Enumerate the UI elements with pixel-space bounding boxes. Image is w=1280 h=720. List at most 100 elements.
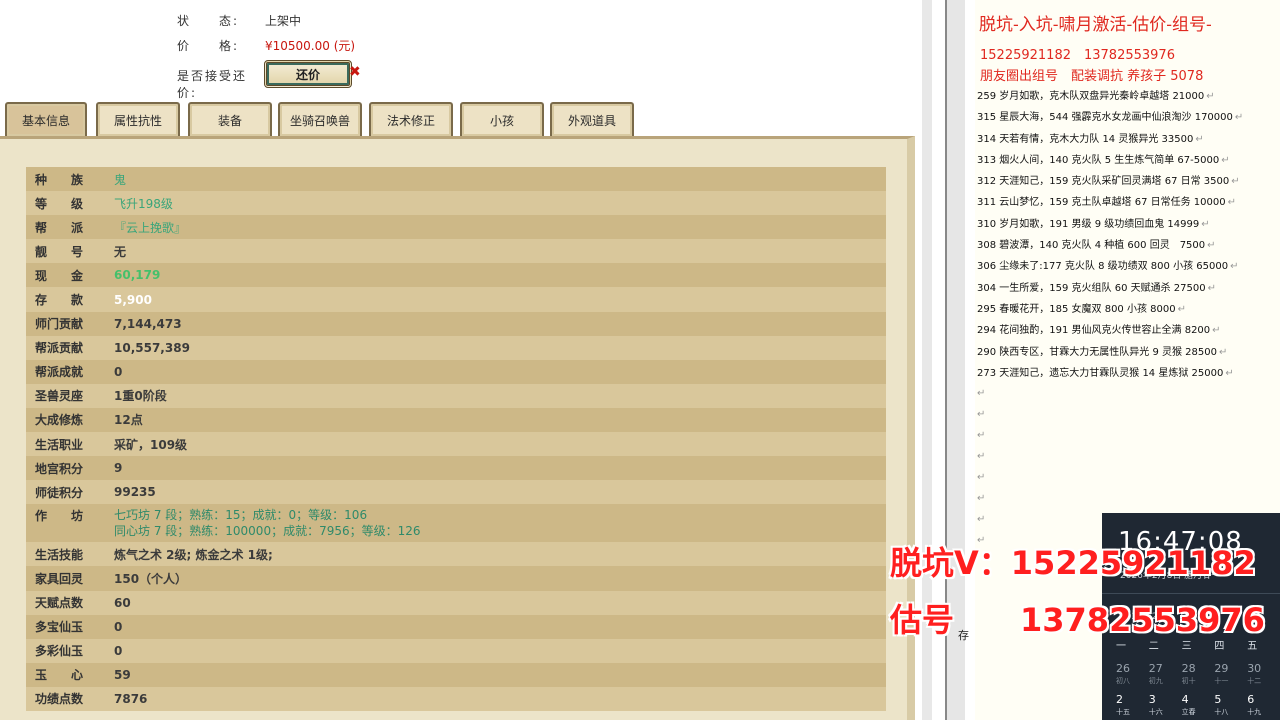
- return-icon: ↵: [977, 514, 986, 525]
- lunar-day: 十二: [1247, 677, 1262, 685]
- row-key: 多宝仙玉: [35, 620, 84, 635]
- row-value: 『云上挽歌』: [114, 220, 187, 235]
- row-value: 1重0阶段: [114, 389, 167, 404]
- overlay-label: 估号: [890, 601, 955, 639]
- lunar-day: 十九: [1247, 708, 1262, 716]
- calendar-day[interactable]: 4 立春: [1182, 694, 1215, 718]
- info-table: 种族鬼 等级 飞升198级 帮派 『云上挽歌』 靓号无 现金 60,179 存款 5,9…: [26, 167, 886, 711]
- overlay-label: 脱坑V：: [890, 544, 1011, 582]
- day-number: 3: [1148, 693, 1156, 706]
- row-value: 鬼: [114, 172, 127, 187]
- return-icon: ↵: [1231, 176, 1240, 188]
- list-item: 311 云山梦忆，159 克土队卓越塔 67 日常任务 10000 ↵: [977, 193, 1243, 214]
- table-row: 生活职业 采矿，109级: [26, 432, 886, 457]
- list-item: 295 春暖花开，185 女魔双 800 小孩 8000 ↵: [977, 300, 1243, 321]
- return-icon: ↵: [977, 472, 986, 483]
- list-item: 315 星辰大海，544 强霹克水女龙画中仙浪淘沙 170000 ↵: [977, 108, 1243, 129]
- return-icon: ↵: [1221, 154, 1230, 166]
- calendar-day[interactable]: 27 初九: [1149, 663, 1182, 687]
- list-item: 313 烟火人间，140 克火队 5 生生炼气简单 67-5000 ↵: [977, 151, 1243, 172]
- row-value: 0: [114, 364, 123, 379]
- return-icon: ↵: [1234, 112, 1244, 124]
- row-key: 存款: [35, 293, 108, 308]
- row-value: 炼气之术 2级; 炼金之术 1级;: [114, 547, 273, 562]
- list-item: 273 天涯知己，遗忘大力甘霖队灵猴 14 星炼狱 25000 ↵: [977, 364, 1243, 385]
- calendar-day[interactable]: 26 初八: [1116, 663, 1149, 687]
- list-item-text: 259 岁月如歌，克木队双盘异光秦岭卓越塔 21000: [977, 91, 1205, 102]
- counter-offer-button[interactable]: 还价: [264, 60, 352, 88]
- row-key: 作坊: [35, 509, 108, 524]
- close-icon[interactable]: ✖: [349, 64, 361, 80]
- list-item-text: 314 天若有情，克木大力队 14 灵猴异光 33500: [977, 133, 1194, 145]
- lunar-day: 立春: [1181, 708, 1196, 716]
- table-row: 等级 飞升198级: [26, 191, 886, 216]
- return-icon: ↵: [1230, 261, 1239, 273]
- status-row: 状 态: 上架中: [177, 12, 301, 29]
- row-value: 9: [114, 461, 123, 476]
- return-icon: ↵: [977, 430, 986, 441]
- row-key: 多彩仙玉: [35, 644, 84, 659]
- tab-basic-info[interactable]: 基本信息: [5, 102, 87, 136]
- table-row: 天赋点数 60: [26, 590, 886, 615]
- document-tagline: 朋友圈出组号 配装调抗 养孩子 5078: [980, 69, 1204, 84]
- day-number: 5: [1214, 693, 1222, 706]
- table-row: 帮派 『云上挽歌』: [26, 215, 886, 240]
- day-number: 30: [1247, 662, 1262, 675]
- list-item: 304 一生所爱，159 克火组队 60 天赋通杀 27500 ↵: [977, 279, 1243, 300]
- tab-mounts-pets[interactable]: 坐骑召唤兽: [278, 102, 362, 136]
- return-icon: ↵: [1207, 240, 1216, 252]
- day-number: 29: [1214, 662, 1229, 675]
- list-item-text: 308 碧波潭，140 克火队 4 种植 600 回灵 7500: [977, 240, 1206, 252]
- row-key: 天赋点数: [35, 596, 84, 611]
- return-icon: ↵: [1212, 325, 1221, 337]
- row-value: 0: [114, 619, 123, 634]
- row-value: 150（个人）: [114, 571, 188, 586]
- return-icon: ↵: [1225, 367, 1234, 379]
- return-icon: ↵: [1177, 303, 1186, 315]
- calendar-day[interactable]: 3 十六: [1149, 694, 1182, 718]
- return-icon: ↵: [977, 409, 986, 420]
- tab-equipment[interactable]: 装备: [188, 102, 272, 136]
- lunar-day: 十六: [1148, 708, 1163, 716]
- list-item: 308 碧波潭，140 克火队 4 种植 600 回灵 7500 ↵: [977, 236, 1243, 257]
- table-row: 靓号无: [26, 239, 886, 264]
- return-icon: ↵: [1218, 346, 1228, 358]
- day-number: 26: [1116, 662, 1130, 675]
- tab-spell-mods[interactable]: 法术修正: [369, 102, 453, 136]
- table-row: 圣兽灵座 1重0阶段: [26, 383, 886, 408]
- calendar-day[interactable]: 6 十九: [1247, 694, 1280, 718]
- calendar-day[interactable]: 2 十五: [1116, 694, 1149, 718]
- list-item: 294 花间独酌，191 男仙风克火传世容止全满 8200 ↵: [977, 321, 1243, 342]
- calendar-day[interactable]: 5 十八: [1214, 694, 1247, 718]
- info-panel: 种族鬼 等级 飞升198级 帮派 『云上挽歌』 靓号无 现金 60,179 存款 5,9…: [0, 136, 915, 720]
- workshop-line-1: 七巧坊 7 段；熟练：15；成就：0；等级：106: [114, 508, 368, 523]
- row-value: 12点: [114, 413, 143, 428]
- tab-child[interactable]: 小孩: [460, 102, 544, 136]
- tab-appearance[interactable]: 外观道具: [550, 102, 634, 136]
- list-item-text: 311 云山梦忆，159 克土队卓越塔 67 日常任务 10000: [977, 197, 1226, 209]
- calendar-day[interactable]: 30 十二: [1247, 663, 1280, 687]
- list-item-text: 313 烟火人间，140 克火队 5 生生炼气简单 67-5000: [977, 154, 1220, 166]
- status-value: 上架中: [265, 14, 302, 28]
- tab-attributes[interactable]: 属性抗性: [96, 102, 180, 136]
- contact-overlay-2: 估号 13782553976: [890, 595, 1265, 641]
- row-value: 59: [114, 667, 131, 682]
- calendar-day[interactable]: 28 初十: [1182, 663, 1215, 687]
- row-key: 功绩点数: [35, 692, 84, 707]
- row-value: 10,557,389: [114, 340, 190, 355]
- table-row: 帮派成就 0: [26, 359, 886, 384]
- row-value: 无: [114, 244, 127, 259]
- row-value: 采矿，109级: [114, 437, 188, 452]
- row-key: 靓号: [35, 244, 108, 259]
- lunar-day: 初十: [1181, 677, 1196, 685]
- calendar-week: 26 初八 27 初九 28 初十 29 十一 30 十二: [1116, 663, 1280, 687]
- calendar-day[interactable]: 29 十一: [1214, 663, 1247, 687]
- game-window: 状 态: 上架中 价 格: ¥10500.00 (元) 是否接受还价: 还价 ✖ 基…: [0, 0, 945, 720]
- day-number: 28: [1181, 662, 1196, 675]
- day-number: 2: [1116, 693, 1123, 706]
- list-item: 310 岁月如歌，191 男级 9 级功绩回血鬼 14999 ↵: [977, 215, 1243, 236]
- row-key: 种族: [35, 172, 108, 187]
- price-row: 价 格: ¥10500.00 (元): [177, 37, 355, 54]
- workshop-line-2: 同心坊 7 段；熟练：100000；成就：7956；等级：126: [114, 524, 421, 539]
- return-icon: ↵: [1195, 133, 1204, 145]
